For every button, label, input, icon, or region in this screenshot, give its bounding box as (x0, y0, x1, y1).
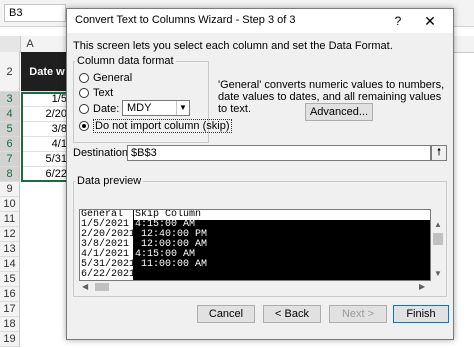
row-header[interactable]: 10 (0, 197, 20, 212)
radio-button[interactable] (79, 88, 89, 98)
row-header[interactable]: 16 (0, 287, 20, 302)
data-preview-grid[interactable]: General Skip Column 1/5/2021 4:15:00 AM … (79, 209, 431, 281)
select-all-corner[interactable] (0, 36, 21, 52)
radio-label: Do not import column (skip) (93, 119, 232, 133)
help-icon[interactable]: ? (389, 12, 407, 30)
row-header[interactable]: 15 (0, 272, 20, 287)
chevron-down-icon[interactable]: ▼ (176, 101, 189, 115)
radio-label: Date: (93, 103, 120, 115)
row-header[interactable]: 8 (0, 167, 20, 182)
row-header[interactable]: 18 (0, 317, 20, 332)
row-header[interactable]: 4 (0, 107, 20, 122)
row-header[interactable]: 17 (0, 302, 20, 317)
row-header[interactable]: 5 (0, 122, 20, 137)
row-header[interactable]: 7 (0, 152, 20, 167)
scroll-right-icon[interactable]: ▶ (419, 282, 425, 291)
radio-general[interactable]: General (79, 71, 132, 85)
advanced-button[interactable]: Advanced... (305, 103, 373, 121)
date-format-select[interactable]: MDY ▼ (122, 100, 190, 116)
destination-label: Destination: (73, 147, 132, 159)
scroll-down-icon[interactable]: ▼ (434, 269, 442, 278)
row-header[interactable]: 19 (0, 332, 20, 347)
next-button[interactable]: Next > (329, 305, 387, 323)
radio-label: Text (93, 87, 114, 99)
preview-horizontal-scrollbar[interactable]: ◀ ▶ (79, 281, 431, 293)
name-box[interactable]: B3 (4, 4, 66, 22)
scroll-thumb[interactable] (95, 283, 109, 291)
radio-button[interactable] (79, 104, 89, 114)
text-to-columns-dialog: Convert Text to Columns Wizard - Step 3 … (66, 8, 454, 340)
radio-button-selected[interactable] (79, 121, 89, 131)
destination-input[interactable]: $B$3 (127, 145, 431, 161)
cancel-button[interactable]: Cancel (197, 305, 255, 323)
row-header[interactable]: 12 (0, 227, 20, 242)
preview-row: 3/8/2021 12:00:00 AM (80, 240, 430, 250)
row-header[interactable]: 6 (0, 137, 20, 152)
column-divider (133, 210, 134, 220)
close-icon[interactable]: ✕ (421, 12, 439, 30)
radio-skip[interactable]: Do not import column (skip) (79, 119, 232, 133)
row-header[interactable]: 13 (0, 242, 20, 257)
back-button[interactable]: < Back (263, 305, 321, 323)
selection-range (21, 92, 71, 182)
row-header[interactable]: 11 (0, 212, 20, 227)
row-header[interactable]: 9 (0, 182, 20, 197)
row-header[interactable]: 14 (0, 257, 20, 272)
radio-text[interactable]: Text (79, 86, 113, 100)
date-format-value: MDY (127, 102, 152, 114)
intro-text: This screen lets you select each column … (73, 40, 393, 52)
row-header[interactable]: 2 (0, 52, 20, 92)
preview-cell: 6/22/2021 (81, 269, 136, 280)
radio-button[interactable] (79, 73, 89, 83)
finish-button[interactable]: Finish (393, 305, 449, 323)
data-preview-legend: Data preview (75, 175, 144, 187)
scroll-thumb[interactable] (433, 233, 443, 245)
collapse-dialog-icon[interactable]: 🠕 (431, 145, 447, 161)
column-format-legend: Column data format (75, 55, 176, 67)
preview-row: 6/22/2021 (80, 269, 430, 280)
dialog-titlebar[interactable]: Convert Text to Columns Wizard - Step 3 … (67, 9, 453, 33)
preview-cell: 11:00:00 AM (135, 259, 208, 270)
dialog-title: Convert Text to Columns Wizard - Step 3 … (75, 14, 296, 26)
preview-vertical-scrollbar[interactable]: ▲ ▼ (431, 219, 445, 281)
scroll-up-icon[interactable]: ▲ (434, 220, 442, 229)
preview-row: 2/20/2021 12:40:00 PM (80, 230, 430, 240)
radio-label: General (93, 72, 133, 84)
column-header-a[interactable]: A (20, 36, 40, 52)
row-header[interactable]: 3 (0, 92, 20, 107)
scroll-left-icon[interactable]: ◀ (82, 282, 88, 291)
radio-date[interactable]: Date: (79, 102, 119, 116)
